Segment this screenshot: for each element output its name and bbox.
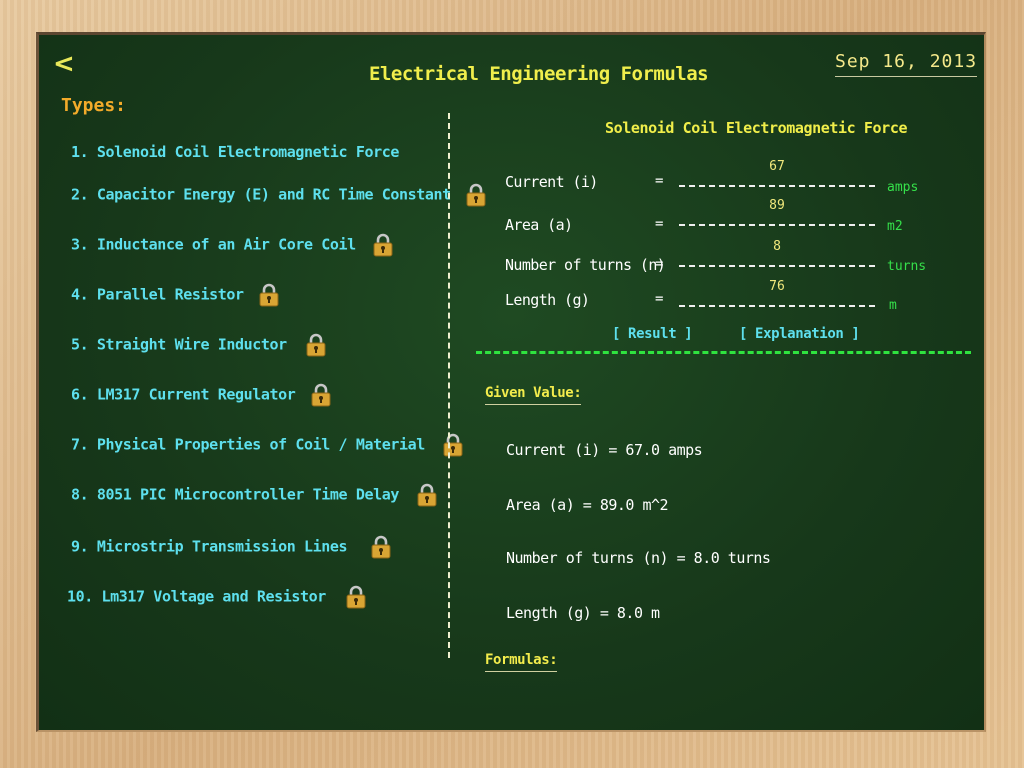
current-unit: amps <box>887 180 919 195</box>
lock-icon <box>259 283 279 307</box>
sidebar-item-label: 4. Parallel Resistor <box>71 285 244 304</box>
sidebar-item-10[interactable]: 10. Lm317 Voltage and Resistor <box>67 585 367 609</box>
sidebar-item-4[interactable]: 4. Parallel Resistor <box>71 283 280 307</box>
turns-unit: turns <box>887 259 927 274</box>
date-label: Sep 16, 2013 <box>835 51 978 77</box>
sidebar-item-5[interactable]: 5. Straight Wire Inductor <box>71 333 327 357</box>
turns-label: Number of turns (n) <box>505 256 666 274</box>
horizontal-divider <box>476 351 971 354</box>
sidebar-item-9[interactable]: 9. Microstrip Transmission Lines <box>71 535 392 559</box>
area-value: 89 <box>769 198 785 213</box>
result-button[interactable]: [ Result ] <box>612 326 693 342</box>
given-area: Area (a) = 89.0 m^2 <box>506 496 669 514</box>
sidebar-item-label: 5. Straight Wire Inductor <box>71 335 287 354</box>
lock-icon <box>417 483 437 507</box>
length-value: 76 <box>769 279 785 294</box>
page-title: Electrical Engineering Formulas <box>369 63 709 85</box>
lock-icon <box>311 383 331 407</box>
lock-icon <box>443 433 463 457</box>
equals-sign: = <box>655 256 664 272</box>
chalkboard: < Electrical Engineering Formulas Sep 16… <box>36 32 986 732</box>
current-value: 67 <box>769 159 785 174</box>
lock-icon <box>466 183 486 207</box>
sidebar-item-label: 7. Physical Properties of Coil / Materia… <box>71 435 425 454</box>
lock-icon <box>371 535 391 559</box>
given-turns: Number of turns (n) = 8.0 turns <box>506 549 771 567</box>
given-current: Current (i) = 67.0 amps <box>506 441 703 459</box>
calculator-title: Solenoid Coil Electromagnetic Force <box>605 119 908 137</box>
area-label: Area (a) <box>505 216 573 234</box>
types-heading: Types: <box>61 95 127 116</box>
sidebar-item-label: 10. Lm317 Voltage and Resistor <box>67 587 326 606</box>
turns-input[interactable]: 8 <box>679 239 875 267</box>
sidebar-item-1[interactable]: 1. Solenoid Coil Electromagnetic Force <box>71 143 399 161</box>
sidebar-item-8[interactable]: 8. 8051 PIC Microcontroller Time Delay <box>71 483 438 507</box>
sidebar-item-3[interactable]: 3. Inductance of an Air Core Coil <box>71 233 394 257</box>
lock-icon <box>306 333 326 357</box>
sidebar-item-label: 3. Inductance of an Air Core Coil <box>71 235 356 254</box>
equals-sign: = <box>655 173 664 189</box>
sidebar-item-7[interactable]: 7. Physical Properties of Coil / Materia… <box>71 433 464 457</box>
sidebar-item-label: 9. Microstrip Transmission Lines <box>71 537 348 556</box>
turns-value: 8 <box>773 239 781 254</box>
given-value-heading: Given Value: <box>485 385 582 405</box>
formulas-heading: Formulas: <box>485 652 558 672</box>
current-input[interactable]: 67 <box>679 159 875 187</box>
sidebar-item-2[interactable]: 2. Capacitor Energy (E) and RC Time Cons… <box>71 183 487 207</box>
length-input[interactable]: 76 <box>679 279 875 307</box>
current-label: Current (i) <box>505 173 598 191</box>
lock-icon <box>373 233 393 257</box>
length-label: Length (g) <box>505 291 590 309</box>
given-length: Length (g) = 8.0 m <box>506 604 660 622</box>
sidebar-item-label: 1. Solenoid Coil Electromagnetic Force <box>71 143 399 161</box>
lock-icon <box>346 585 366 609</box>
back-button[interactable]: < <box>53 49 75 79</box>
sidebar-item-label: 8. 8051 PIC Microcontroller Time Delay <box>71 485 399 504</box>
equals-sign: = <box>655 216 664 232</box>
area-input[interactable]: 89 <box>679 198 875 226</box>
equals-sign: = <box>655 291 664 307</box>
vertical-divider <box>448 113 450 658</box>
length-unit: m <box>889 298 897 313</box>
sidebar-item-label: 6. LM317 Current Regulator <box>71 385 296 404</box>
area-unit: m2 <box>887 219 903 234</box>
sidebar-item-6[interactable]: 6. LM317 Current Regulator <box>71 383 332 407</box>
explanation-button[interactable]: [ Explanation ] <box>739 326 860 342</box>
sidebar-item-label: 2. Capacitor Energy (E) and RC Time Cons… <box>71 185 451 204</box>
